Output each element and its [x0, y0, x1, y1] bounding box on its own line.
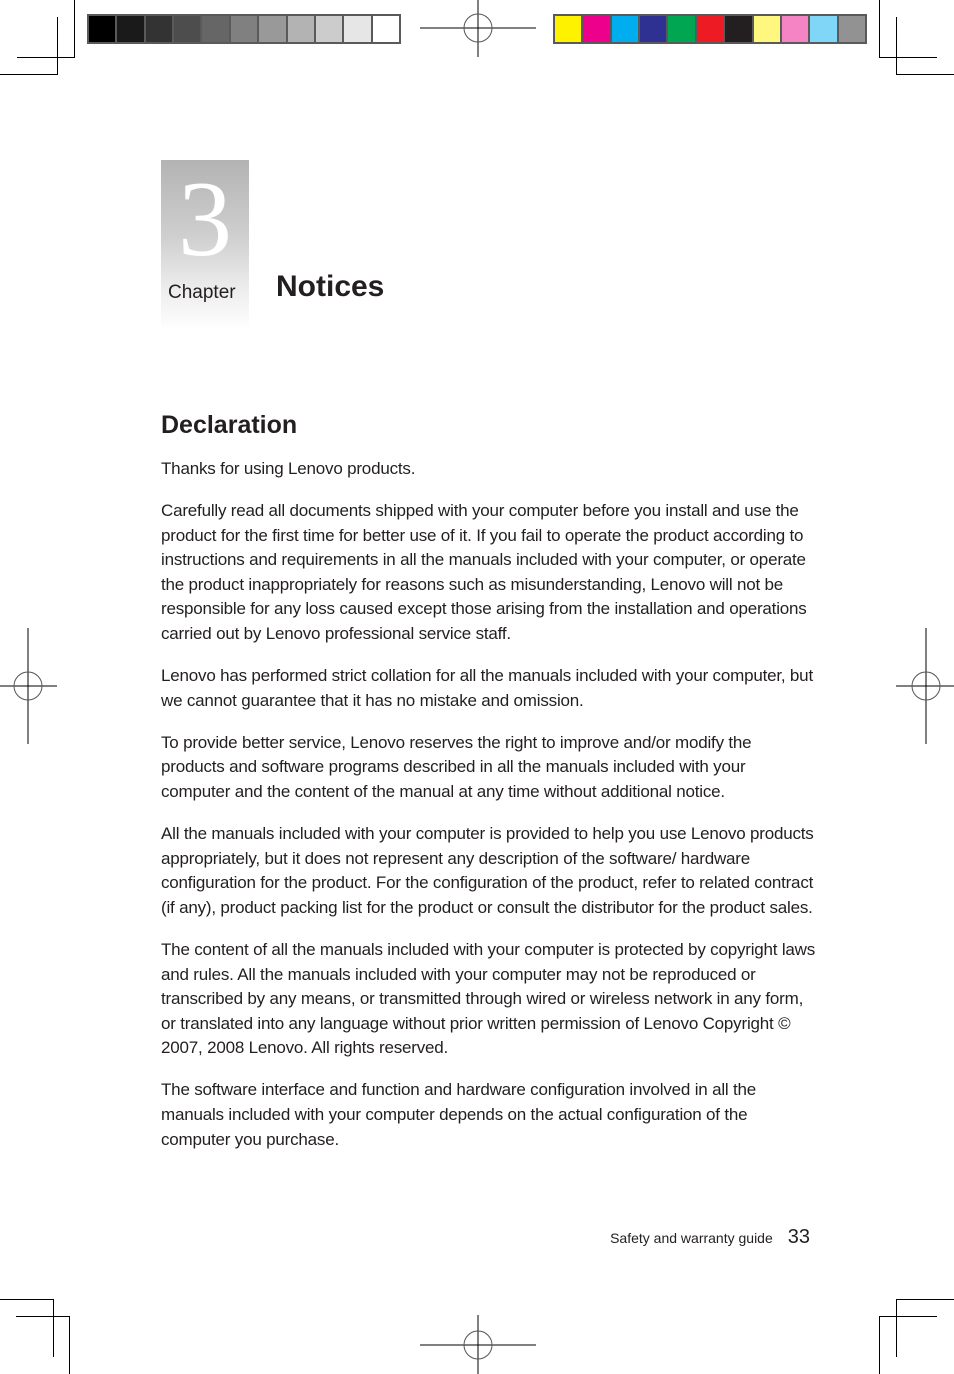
crop-line	[896, 74, 954, 75]
paragraph: Carefully read all documents shipped wit…	[161, 501, 807, 644]
paragraph: All the manuals included with your compu…	[161, 824, 814, 917]
color-swatch	[89, 16, 116, 42]
color-swatch	[145, 16, 173, 42]
crop-line	[896, 1299, 897, 1357]
page-footer: Safety and warranty guide 33	[610, 1226, 810, 1249]
color-swatch	[781, 16, 809, 42]
crop-line	[69, 1316, 70, 1374]
crop-line	[896, 1299, 954, 1300]
crop-line	[879, 57, 937, 58]
color-swatch	[555, 16, 582, 42]
color-swatch	[696, 16, 724, 42]
color-swatch	[202, 16, 229, 42]
color-swatch	[583, 16, 610, 42]
section-title: Declaration	[161, 411, 298, 439]
paragraph: The software interface and function and …	[161, 1080, 757, 1149]
section-body: Thanks for using Lenovo products. Carefu…	[161, 457, 816, 1170]
color-swatch	[315, 16, 343, 42]
crop-line	[74, 0, 75, 58]
crop-line	[57, 17, 58, 75]
color-swatch	[259, 16, 286, 42]
color-swatch	[174, 16, 201, 42]
color-swatch	[838, 16, 865, 42]
registration-mark-top	[420, 0, 536, 57]
paragraph: The content of all the manuals included …	[161, 940, 816, 1058]
grayscale-calibration-bar	[87, 14, 401, 44]
registration-mark-right	[896, 628, 954, 744]
color-swatch	[753, 16, 780, 42]
chapter-label: Chapter	[168, 282, 236, 303]
color-swatch	[611, 16, 639, 42]
color-swatch	[668, 16, 695, 42]
crop-line	[0, 74, 58, 75]
paragraph: Lenovo has performed strict collation fo…	[161, 666, 813, 710]
color-swatch	[640, 16, 667, 42]
color-swatch	[287, 16, 314, 42]
chapter-title: Notices	[276, 270, 385, 303]
footer-guide-title: Safety and warranty guide	[610, 1230, 773, 1246]
crop-line	[896, 17, 897, 75]
color-swatch	[372, 16, 399, 42]
registration-mark-bottom	[420, 1315, 536, 1374]
registration-mark-left	[0, 628, 57, 744]
paragraph: Thanks for using Lenovo products.	[161, 459, 416, 478]
color-swatch	[230, 16, 258, 42]
color-swatch	[810, 16, 837, 42]
crop-line	[879, 1316, 880, 1374]
chapter-number: 3	[178, 160, 232, 279]
crop-line	[0, 1299, 54, 1300]
crop-line	[879, 1316, 937, 1317]
crop-line	[53, 1299, 54, 1357]
color-swatch	[117, 16, 144, 42]
crop-line	[879, 0, 880, 58]
chapter-badge: 3 Chapter	[161, 160, 249, 330]
color-calibration-bar	[553, 14, 867, 44]
page-number: 33	[787, 1226, 810, 1248]
color-swatch	[344, 16, 371, 42]
crop-line	[16, 1316, 70, 1317]
paragraph: To provide better service, Lenovo reserv…	[161, 732, 752, 802]
color-swatch	[725, 16, 752, 42]
crop-line	[17, 57, 75, 58]
